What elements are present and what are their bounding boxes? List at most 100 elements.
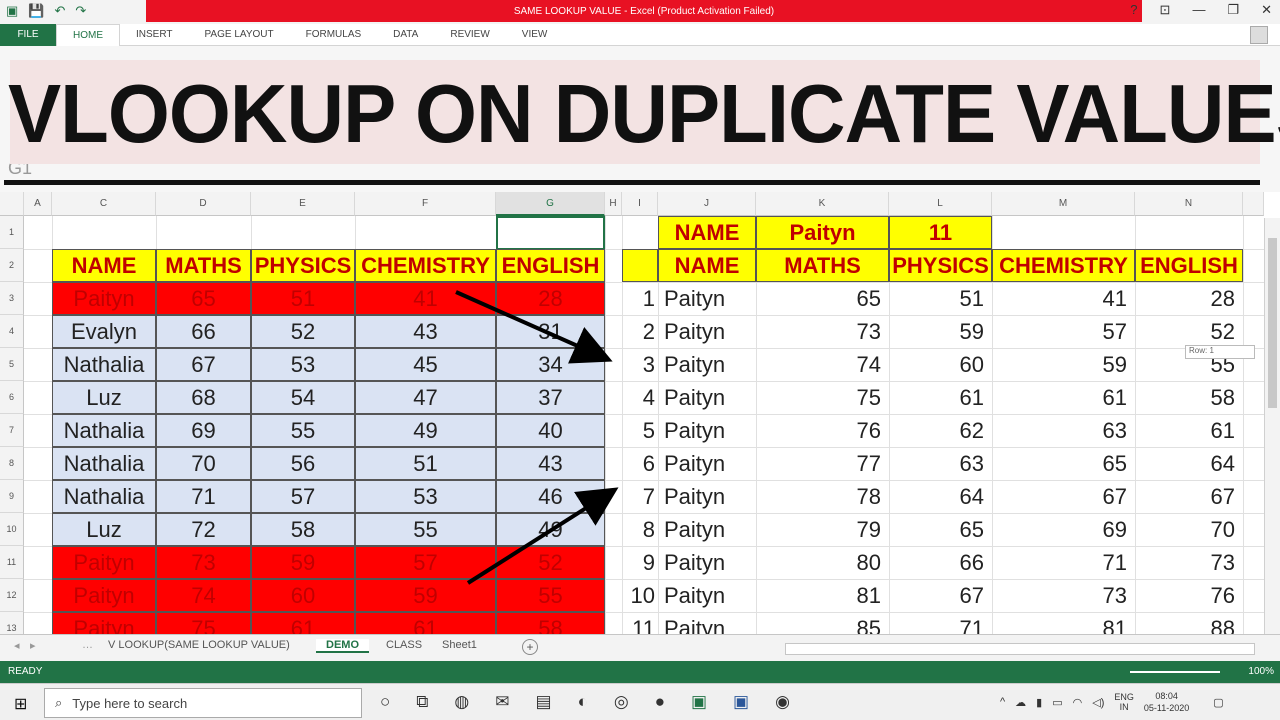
store-icon[interactable]: ▤ [536,692,552,712]
column-header[interactable]: D [156,192,251,216]
right-table-value-cell[interactable]: 69 [992,513,1135,546]
taskbar-search[interactable]: ⌕ Type here to search [44,688,362,718]
right-table-index-cell[interactable]: 7 [622,480,658,513]
right-table-index-cell[interactable]: 4 [622,381,658,414]
cortana-icon[interactable]: ○ [380,692,390,712]
undo-icon[interactable]: ↶ [54,3,65,19]
tab-page-layout[interactable]: PAGE LAYOUT [189,24,290,46]
right-table-value-cell[interactable]: 59 [889,315,992,348]
right-table-index-cell[interactable]: 1 [622,282,658,315]
task-view-icon[interactable]: ⧉ [416,692,428,712]
left-table-name-cell[interactable]: Luz [52,513,156,546]
right-table-name-cell[interactable]: Paityn [658,348,756,381]
windows-start-icon[interactable]: ⊞ [14,694,27,714]
right-table-header[interactable]: CHEMISTRY [992,249,1135,282]
left-table-value-cell[interactable]: 43 [496,447,605,480]
left-table-header[interactable]: ENGLISH [496,249,605,282]
row-header[interactable]: 1 [0,216,24,249]
column-header[interactable]: J [658,192,756,216]
left-table-name-cell[interactable]: Nathalia [52,348,156,381]
left-table-name-cell[interactable]: Paityn [52,612,156,634]
right-table-index-cell[interactable]: 6 [622,447,658,480]
tab-file[interactable]: FILE [0,23,56,46]
left-table-value-cell[interactable]: 51 [355,447,496,480]
restore-button[interactable]: ❐ [1227,2,1239,18]
right-table-value-cell[interactable]: 61 [1135,414,1243,447]
right-table-index-cell[interactable]: 8 [622,513,658,546]
left-table-value-cell[interactable]: 52 [251,315,355,348]
column-header[interactable]: L [889,192,992,216]
left-table-value-cell[interactable]: 61 [355,612,496,634]
right-table-value-cell[interactable]: 63 [889,447,992,480]
column-header[interactable]: C [52,192,156,216]
right-table-header[interactable]: MATHS [756,249,889,282]
right-table-value-cell[interactable]: 52 [1135,315,1243,348]
right-table-index-cell[interactable]: 10 [622,579,658,612]
left-table-value-cell[interactable]: 67 [156,348,251,381]
right-table-value-cell[interactable]: 78 [756,480,889,513]
left-table-name-cell[interactable]: Paityn [52,282,156,315]
selected-cell-g1[interactable] [496,216,605,250]
row-header[interactable]: 3 [0,282,24,315]
left-table-value-cell[interactable]: 53 [251,348,355,381]
column-header[interactable]: A [24,192,52,216]
left-table-value-cell[interactable]: 46 [496,480,605,513]
left-table-header[interactable]: MATHS [156,249,251,282]
row-header[interactable]: 5 [0,348,24,381]
save-icon[interactable]: 💾 [28,3,44,19]
left-table-value-cell[interactable]: 55 [496,579,605,612]
row-header[interactable]: 2 [0,249,24,282]
right-table-value-cell[interactable]: 41 [992,282,1135,315]
right-table-value-cell[interactable]: 62 [889,414,992,447]
left-table-value-cell[interactable]: 40 [496,414,605,447]
left-table-header[interactable]: CHEMISTRY [355,249,496,282]
right-table-name-cell[interactable]: Paityn [658,381,756,414]
right-table-index-cell[interactable]: 5 [622,414,658,447]
right-table-value-cell[interactable]: 74 [756,348,889,381]
left-table-value-cell[interactable]: 37 [496,381,605,414]
left-table-value-cell[interactable]: 52 [496,546,605,579]
left-table-name-cell[interactable]: Nathalia [52,447,156,480]
right-table-name-cell[interactable]: Paityn [658,612,756,635]
left-table-value-cell[interactable]: 54 [251,381,355,414]
right-table-value-cell[interactable]: 71 [889,612,992,635]
left-table-value-cell[interactable]: 51 [251,282,355,315]
left-table-value-cell[interactable]: 65 [156,282,251,315]
left-table-value-cell[interactable]: 31 [496,315,605,348]
left-table-value-cell[interactable]: 49 [355,414,496,447]
right-table-name-cell[interactable]: Paityn [658,546,756,579]
right-table-index-cell[interactable]: 3 [622,348,658,381]
left-table-value-cell[interactable]: 28 [496,282,605,315]
left-table-name-cell[interactable]: Nathalia [52,480,156,513]
left-table-value-cell[interactable]: 72 [156,513,251,546]
left-table-value-cell[interactable]: 34 [496,348,605,381]
right-table-index-cell[interactable]: 2 [622,315,658,348]
lookup-name-cell[interactable]: Paityn [756,216,889,249]
right-table-value-cell[interactable]: 60 [889,348,992,381]
right-table-value-cell[interactable]: 66 [889,546,992,579]
app-icon[interactable]: ● [655,692,665,712]
left-table-value-cell[interactable]: 57 [251,480,355,513]
close-button[interactable]: ✕ [1261,2,1272,18]
right-table-header[interactable]: PHYSICS [889,249,992,282]
right-table-value-cell[interactable]: 64 [889,480,992,513]
zoom-level[interactable]: 100% [1248,666,1274,677]
sheet-tab-class[interactable]: CLASS [386,639,422,651]
right-table-value-cell[interactable]: 51 [889,282,992,315]
row-header[interactable]: 7 [0,414,24,447]
row-header[interactable]: 13 [0,612,24,634]
left-table-header[interactable]: NAME [52,249,156,282]
right-table-value-cell[interactable]: 73 [756,315,889,348]
right-table-value-cell[interactable]: 71 [992,546,1135,579]
right-table-value-cell[interactable]: 28 [1135,282,1243,315]
column-header[interactable]: N [1135,192,1243,216]
left-table-value-cell[interactable]: 55 [251,414,355,447]
left-table-value-cell[interactable]: 69 [156,414,251,447]
right-table-value-cell[interactable]: 81 [992,612,1135,635]
right-table-value-cell[interactable]: 58 [1135,381,1243,414]
left-table-name-cell[interactable]: Paityn [52,579,156,612]
left-table-value-cell[interactable]: 61 [251,612,355,634]
sheet-more-button[interactable]: … [82,639,93,651]
right-table-value-cell[interactable]: 76 [1135,579,1243,612]
row-header[interactable]: 12 [0,579,24,612]
